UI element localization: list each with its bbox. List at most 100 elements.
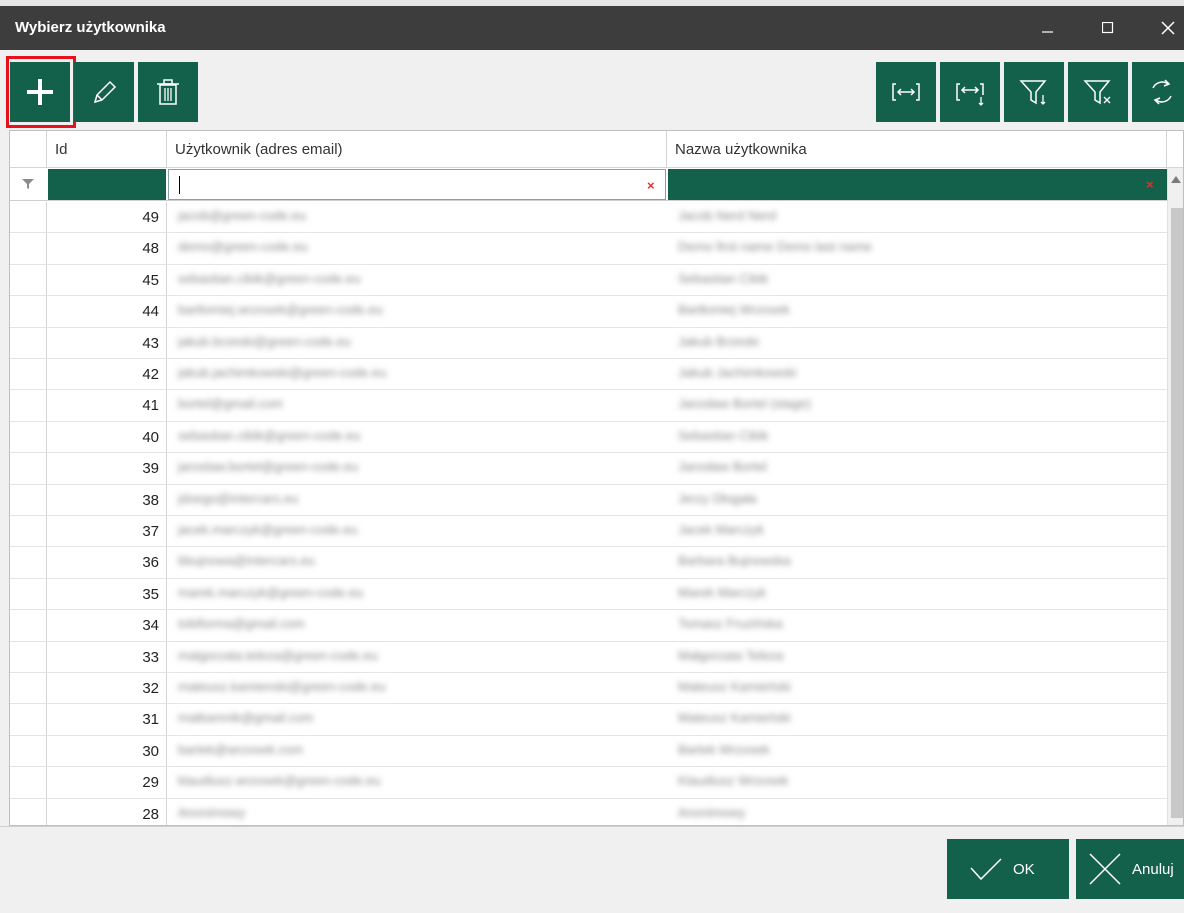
cancel-label: Anuluj: [1132, 860, 1174, 878]
cell-name: Jacek Marczyk: [678, 522, 764, 537]
cell-email: sebastian.cibik@green-code.eu: [178, 270, 361, 286]
column-header-email[interactable]: Użytkownik (adres email): [167, 131, 667, 168]
filter-clear-button[interactable]: [1068, 62, 1128, 122]
delete-button[interactable]: [138, 62, 198, 122]
row-indicator[interactable]: [10, 516, 47, 547]
table-row[interactable]: 35 marek.marczyk@green-code.eu Marek Marcz…: [10, 578, 1167, 611]
cell-email: klaudiusz.wrzosek@green-code.eu: [178, 773, 381, 789]
filter-name-clear-icon[interactable]: ×: [1146, 177, 1154, 192]
cancel-button[interactable]: Anuluj: [1076, 839, 1184, 899]
dialog-footer: OK Anuluj: [0, 826, 1184, 913]
row-indicator[interactable]: [10, 359, 47, 390]
cell-id: 35: [47, 578, 167, 610]
row-indicator[interactable]: [10, 735, 47, 767]
edit-pencil-icon: [93, 80, 117, 104]
table-row[interactable]: 49 jacob@green-code.eu Jacob Nerd Nerd: [10, 202, 1167, 234]
users-grid[interactable]: Id Użytkownik (adres email) Nazwa użytko…: [9, 130, 1184, 826]
grid-rows: 49 jacob@green-code.eu Jacob Nerd Nerd 48 de…: [10, 202, 1167, 825]
table-row[interactable]: 31 matkamnik@gmail.com Mateusz Kamieński: [10, 704, 1167, 736]
row-indicator[interactable]: [10, 421, 47, 453]
row-indicator[interactable]: [10, 264, 47, 296]
minimize-button[interactable]: [1018, 6, 1078, 50]
table-row[interactable]: 37 jacek.marczyk@green-code.eu Jacek Marcz…: [10, 516, 1167, 548]
table-row[interactable]: 39 jaroslaw.bortel@green-code.eu Jarosław …: [10, 453, 1167, 485]
table-row[interactable]: 29 klaudiusz.wrzosek@green-code.eu Klaudiu…: [10, 767, 1167, 799]
add-button[interactable]: [10, 62, 70, 122]
table-row[interactable]: 38 jdoego@intercars.eu Jerzy Dłogała: [10, 484, 1167, 516]
cell-email: tobiforma@gmail.com: [178, 616, 305, 632]
row-indicator[interactable]: [10, 767, 47, 798]
row-indicator[interactable]: [10, 390, 47, 421]
table-row[interactable]: 42 jakub.jachimkowski@green-code.eu Jakub …: [10, 359, 1167, 391]
edit-button[interactable]: [74, 62, 134, 122]
row-indicator[interactable]: [10, 610, 47, 641]
filter-clear-icon: [1083, 80, 1111, 105]
row-indicator[interactable]: [10, 202, 47, 233]
cell-id: 32: [47, 673, 167, 704]
row-indicator[interactable]: [10, 641, 47, 672]
maximize-button[interactable]: [1078, 6, 1138, 50]
cell-name: Anonimowy: [678, 804, 746, 820]
filter-email-clear-icon[interactable]: ×: [647, 178, 655, 193]
cell-id: 36: [47, 547, 167, 578]
cell-id: 28: [47, 798, 167, 825]
maximize-icon: [1102, 22, 1114, 34]
filter-email-input[interactable]: ×: [168, 169, 666, 200]
column-header-name[interactable]: Nazwa użytkownika: [667, 131, 1167, 168]
check-icon: [970, 858, 1002, 881]
cell-email: jacob@green-code.eu: [178, 208, 307, 223]
table-row[interactable]: 33 malgorzata.teleza@green-code.eu Małgorz…: [10, 641, 1167, 673]
cell-id: 49: [47, 202, 167, 233]
cell-id: 29: [47, 767, 167, 798]
refresh-button[interactable]: [1132, 62, 1184, 122]
cell-id: 33: [47, 641, 167, 672]
cell-name: Barbara Bujnowska: [678, 553, 791, 569]
table-row[interactable]: 40 sebastian.cibik@green-code.eu Sebastian…: [10, 421, 1167, 454]
table-row[interactable]: 28 Anonimowy Anonimowy: [10, 798, 1167, 825]
table-row[interactable]: 45 sebastian.cibik@green-code.eu Sebastian…: [10, 264, 1167, 297]
best-fit-columns-button[interactable]: [876, 62, 936, 122]
column-header-id[interactable]: Id: [47, 131, 167, 168]
table-row[interactable]: 44 bartlomiej.wrzosek@green-code.eu Bartło…: [10, 296, 1167, 328]
cell-email: jaroslaw.bortel@green-code.eu: [178, 459, 359, 475]
cell-email: jdoego@intercars.eu: [178, 490, 299, 506]
vertical-scrollbar[interactable]: [1167, 168, 1183, 825]
title-bar: Wybierz użytkownika: [0, 6, 1184, 50]
best-fit-all-button[interactable]: [940, 62, 1000, 122]
row-indicator[interactable]: [10, 484, 47, 515]
cell-name: Jarosław Bortel: [678, 459, 767, 475]
cell-id: 42: [47, 359, 167, 390]
close-button[interactable]: [1138, 6, 1184, 50]
row-indicator[interactable]: [10, 673, 47, 704]
grid-header: Id Użytkownik (adres email) Nazwa użytko…: [10, 131, 1183, 168]
filter-apply-button[interactable]: [1004, 62, 1064, 122]
table-row[interactable]: 34 tobiforma@gmail.com Tomasz Fruzińska: [10, 610, 1167, 642]
cell-name: Mateusz Kamieński: [678, 679, 791, 694]
row-indicator[interactable]: [10, 327, 47, 358]
row-indicator-header: [10, 131, 47, 168]
table-row[interactable]: 41 bortel@gmail.com Jarosław Bortel (stage…: [10, 390, 1167, 422]
table-row[interactable]: 32 mateusz.kamienski@green-code.eu Mateusz…: [10, 673, 1167, 705]
table-row[interactable]: 36 bbujnowa@intercars.eu Barbara Bujnowska: [10, 547, 1167, 579]
scroll-up-icon[interactable]: [1171, 176, 1181, 183]
cell-email: bortel@gmail.com: [178, 396, 283, 412]
cancel-x-icon: [1089, 853, 1121, 885]
row-indicator[interactable]: [10, 798, 47, 825]
table-row[interactable]: 48 demo@green-code.eu Demo first name Demo…: [10, 233, 1167, 265]
table-row[interactable]: 30 bartek@wrzosek.com Bartek Wrzosek: [10, 735, 1167, 768]
refresh-icon: [1152, 79, 1172, 105]
filter-id-cell[interactable]: [48, 169, 166, 200]
filter-name-cell[interactable]: ×: [668, 169, 1167, 200]
ok-button[interactable]: OK: [947, 839, 1069, 899]
row-indicator[interactable]: [10, 296, 47, 327]
best-fit-all-icon: [956, 83, 984, 106]
row-indicator[interactable]: [10, 578, 47, 610]
row-indicator[interactable]: [10, 453, 47, 484]
table-row[interactable]: 43 jakub.brzeski@green-code.eu Jakub Brzes…: [10, 327, 1167, 359]
row-indicator[interactable]: [10, 233, 47, 264]
toolbar: [0, 50, 1184, 130]
cell-id: 45: [47, 264, 167, 296]
row-indicator[interactable]: [10, 547, 47, 578]
row-indicator[interactable]: [10, 704, 47, 735]
scroll-thumb[interactable]: [1171, 208, 1183, 818]
